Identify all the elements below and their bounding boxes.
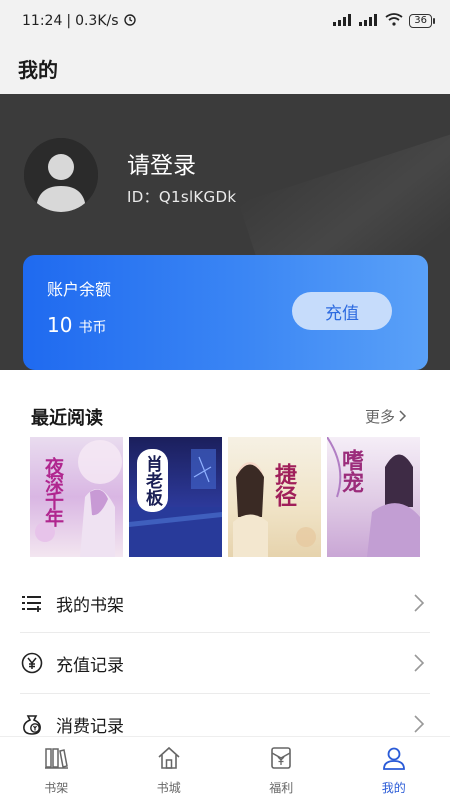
book-title: 肖老板 <box>137 449 168 512</box>
status-sep: | <box>66 13 72 29</box>
yen-icon <box>21 652 43 674</box>
balance-label: 账户余额 <box>47 280 112 299</box>
book-title: 嗜宠 <box>338 449 364 493</box>
book-cover[interactable]: 夜深千年 <box>30 437 123 557</box>
balance-value: 10 书币 <box>47 313 106 337</box>
balance-amount: 10 <box>47 313 73 337</box>
book-cover[interactable]: 捷径 <box>228 437 321 557</box>
status-time: 11:24 <box>22 13 63 29</box>
book-title: 夜深千年 <box>42 457 64 525</box>
menu-label: 消费记录 <box>56 716 124 737</box>
gift-icon <box>268 745 294 775</box>
nav-bookstore[interactable]: 书城 <box>113 737 226 800</box>
recent-reading-title: 最近阅读 <box>31 408 103 429</box>
chevron-right-icon <box>399 408 407 426</box>
nav-welfare[interactable]: 福利 <box>225 737 338 800</box>
more-label: 更多 <box>365 408 396 426</box>
money-bag-icon <box>21 713 43 735</box>
page-title: 我的 <box>18 57 58 82</box>
menu-item-bookshelf[interactable]: 我的书架 <box>0 573 450 633</box>
bottom-nav: 书架 书城 福利 我的 <box>0 736 450 800</box>
login-prompt[interactable]: 请登录 <box>127 146 196 180</box>
book-title: 捷径 <box>271 463 297 507</box>
status-bar: 11:24 | 0.3K/s 36 <box>0 0 450 42</box>
chevron-right-icon <box>413 654 425 672</box>
user-id: ID：Q1slKGDk <box>127 188 237 206</box>
alarm-icon <box>123 12 137 30</box>
balance-unit: 书币 <box>78 320 107 336</box>
cell-signal-icon <box>333 13 353 29</box>
nav-label: 福利 <box>269 781 294 795</box>
menu-label: 充值记录 <box>56 655 124 676</box>
menu-label: 我的书架 <box>56 595 124 616</box>
user-icon <box>381 745 407 775</box>
home-icon <box>156 745 182 775</box>
battery-indicator: 36 <box>409 14 435 28</box>
book-cover[interactable]: 肖老板 <box>129 437 222 557</box>
more-link[interactable]: 更多 <box>365 406 407 427</box>
recharge-button[interactable]: 充值 <box>292 292 392 330</box>
bookshelf-icon <box>43 745 69 775</box>
nav-label: 书架 <box>44 781 69 795</box>
balance-card: 账户余额 10 书币 充值 <box>23 255 428 370</box>
page-header: 我的 <box>0 42 450 94</box>
menu-item-recharge-history[interactable]: 充值记录 <box>0 633 450 693</box>
book-cover[interactable]: 嗜宠 <box>327 437 420 557</box>
nav-label: 我的 <box>381 781 406 795</box>
nav-label: 书城 <box>156 781 181 795</box>
status-speed: 0.3K/s <box>75 13 119 29</box>
wifi-icon <box>385 13 403 29</box>
recent-books-row: 夜深千年 肖老板 捷径 嗜宠 <box>30 437 422 557</box>
nav-bookshelf[interactable]: 书架 <box>0 737 113 800</box>
list-icon <box>21 592 43 614</box>
chevron-right-icon <box>413 715 425 733</box>
nav-mine[interactable]: 我的 <box>338 737 450 800</box>
chevron-right-icon <box>413 594 425 612</box>
avatar[interactable] <box>24 138 98 212</box>
hd-signal-icon <box>359 13 379 29</box>
